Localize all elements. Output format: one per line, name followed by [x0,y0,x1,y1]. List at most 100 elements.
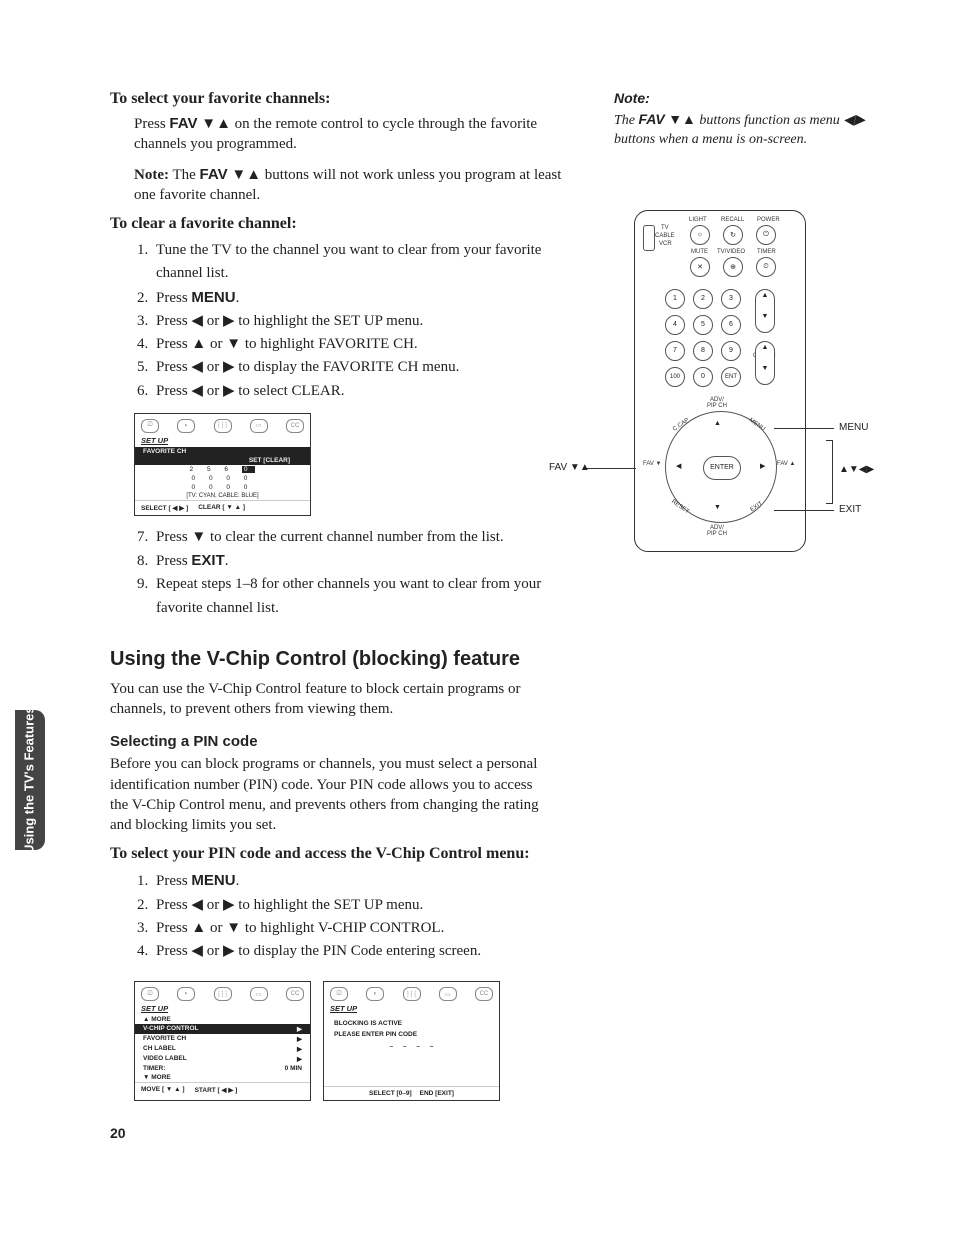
step: Press ◀ or ▶ to highlight the SET UP men… [156,897,423,913]
ch-rocker[interactable]: ▲ ▼ [755,289,775,333]
num-4[interactable]: 4 [665,315,685,335]
t: SELECT [0–9] [369,1090,412,1097]
clear-heading: To clear a favorite channel: [110,215,584,233]
right-button[interactable]: ▶ [760,462,765,470]
icon: ▭ [439,987,457,1001]
lbl: VCR [659,241,672,247]
remote-body: LIGHT RECALL POWER ☼ ↻ ⏻ TV CABLE VCR MU… [634,210,806,552]
txt: Note: [134,167,169,183]
num-3[interactable]: 3 [721,289,741,309]
r-sel: V-CHIP CONTROL▶ [135,1024,310,1034]
down-button[interactable]: ▼ [714,504,721,511]
clear-steps: Tune the TV to the channel you want to c… [132,239,584,403]
osd-nums: 0 0 0 0 [135,474,310,483]
mute-button[interactable]: ✕ [690,257,710,277]
num-7[interactable]: 7 [665,341,685,361]
t: CH LABEL [143,1045,176,1053]
txt: 2 5 6 [190,466,242,473]
icon: ┆┆┆ [214,419,232,433]
osd-pin-entry: ⎚ ◐ ┆┆┆ ▭ CC SET UP BLOCKING IS ACTIVE P… [323,981,500,1101]
icon: ◐ [366,987,384,1001]
recall-button[interactable]: ↻ [723,225,743,245]
lbl: ADV/ PIP CH [707,525,727,537]
num-0[interactable]: 0 [693,367,713,387]
enter-button[interactable]: ENTER [703,456,741,480]
vchip-intro: You can use the V-Chip Control feature t… [110,679,530,720]
left-button[interactable]: ◀ [676,462,681,470]
main-column: To select your favorite channels: Press … [110,90,584,1111]
dpad: ENTER ▲ ▼ ◀ ▶ C.CAP MENU RESET EXIT [665,411,777,523]
lbl: RECALL [721,217,744,223]
remote-illustration: LIGHT RECALL POWER ☼ ↻ ⏻ TV CABLE VCR MU… [614,210,894,570]
txt: Press [156,553,191,569]
num-9[interactable]: 9 [721,341,741,361]
lbl: MUTE [691,249,708,255]
t: FAV [639,111,665,127]
lbl: TV [661,225,669,231]
exit-btn: EXIT [191,552,224,569]
side-tab: Using the TV's Features [15,710,45,850]
osd-nums: 2 5 6 0 [135,465,310,474]
osd-body: BLOCKING IS ACTIVE PLEASE ENTER PIN CODE… [324,1015,499,1086]
txt: . [236,873,240,889]
step: Press ▲ or ▼ to highlight V-CHIP CONTROL… [156,920,444,936]
t: VIDEO LABEL [143,1055,187,1063]
callout-fav: FAV ▼▲ [549,462,590,473]
lbl: POWER [757,217,780,223]
icon: CC [475,987,493,1001]
osd-action: SET [CLEAR] [135,456,310,465]
light-button[interactable]: ☼ [690,225,710,245]
l: PLEASE ENTER PIN CODE [334,1030,493,1040]
num-2[interactable]: 2 [693,289,713,309]
timer-button[interactable]: ⏲ [756,257,776,277]
l: – – – – [334,1042,493,1052]
txt: START [ ◀ ▶ ] [195,1086,238,1094]
num-1[interactable]: 1 [665,289,685,309]
lbl: C.CAP [672,417,690,432]
txt: The [169,167,200,183]
step: Press ◀ or ▶ to display the PIN Code ent… [156,943,481,959]
clear-steps-cont: Press ▼ to clear the current channel num… [132,526,584,620]
num-5[interactable]: 5 [693,315,713,335]
lbl: EXIT [749,500,763,513]
step: Press ▼ to clear the current channel num… [156,529,504,545]
r: ▼ MORE [135,1073,310,1082]
step: Press ◀ or ▶ to select CLEAR. [156,383,344,399]
vol-rocker[interactable]: ▲ ▼ [755,341,775,385]
osd-row-selected: FAVORITE CH [135,447,310,456]
note-head: Note: [614,90,894,106]
icon: CC [286,419,304,433]
fav-btn: FAV [169,115,197,132]
t: TIMER: [143,1065,165,1072]
num-8[interactable]: 8 [693,341,713,361]
step: Press ▲ or ▼ to highlight FAVORITE CH. [156,336,418,352]
a: ▶ [297,1045,302,1053]
t: END [EXIT] [420,1090,454,1097]
mode-switch[interactable] [643,225,655,251]
txt-hl: 0 [242,466,256,473]
icon: ◐ [177,987,195,1001]
callout-menu: MENU [839,422,868,433]
menu-btn: MENU [191,289,235,306]
icon: ⎚ [141,419,159,433]
ent-button[interactable]: ENT [721,367,741,387]
txt: SELECT [ ◀ ▶ ] [141,504,188,512]
lbl: RESET [670,499,690,515]
num-100[interactable]: 100 [665,367,685,387]
side-tab-text: Using the TV's Features [23,706,37,854]
power-button[interactable]: ⏻ [756,225,776,245]
txt: Press [156,873,191,889]
num-6[interactable]: 6 [721,315,741,335]
r: TIMER: 0 MIN [135,1064,310,1073]
v: 0 MIN [285,1065,302,1072]
lbl: FAV ▼ [643,461,662,467]
r: ▲ MORE [135,1015,310,1024]
up-button[interactable]: ▲ [714,420,721,427]
pin-steps-head: To select your PIN code and access the V… [110,845,584,863]
tvvideo-button[interactable]: ⊕ [723,257,743,277]
osd-icons: ⎚ ◐ ┆┆┆ ▭ CC [135,414,310,435]
icon: ⎚ [330,987,348,1001]
pin-steps: Press MENU. Press ◀ or ▶ to highlight th… [132,869,584,963]
line [586,468,636,469]
txt: MOVE [ ▼ ▲ ] [141,1086,185,1094]
